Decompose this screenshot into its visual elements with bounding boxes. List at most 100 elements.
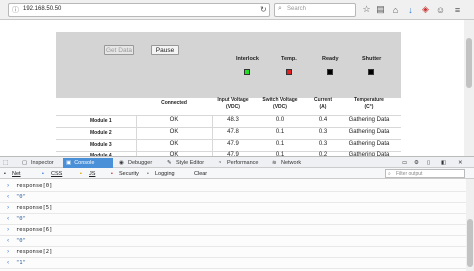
search-placeholder: Search [287, 6, 307, 12]
security-filter-icon: ▪ [111, 170, 113, 177]
network-icon: ≋ [272, 160, 277, 166]
page-scrollbar[interactable] [464, 20, 474, 156]
cell-switch-voltage: 0.0 [275, 117, 285, 123]
interlock-indicator [244, 69, 250, 75]
filter-output-placeholder: Filter output [396, 171, 423, 177]
pause-button[interactable]: Pause [151, 45, 179, 55]
search-bar[interactable]: ⌕ Search [274, 3, 356, 17]
shutter-indicator [368, 69, 374, 75]
cell-input-voltage: 47.8 [227, 129, 239, 135]
cell-temperature: Gathering Data [348, 129, 390, 135]
console-line-text: response[5] [16, 205, 53, 211]
menu-icon[interactable]: ≡ [451, 3, 464, 16]
home-icon[interactable]: ⌂ [389, 3, 402, 16]
info-icon[interactable]: ⓘ [12, 5, 19, 15]
css-filter-button[interactable]: CSS [51, 169, 62, 178]
filter-icon: ⌕ [388, 171, 391, 177]
responsive-icon[interactable]: ▯ [427, 158, 430, 168]
reload-icon[interactable]: ↻ [260, 5, 267, 14]
devtools-tabs: ⬚ ▢ Inspector ▣ Console ◉ Debugger ✎ Sty… [0, 156, 474, 168]
devtools-pointer-icon[interactable]: ⬚ [3, 158, 8, 168]
control-panel: Get Data Pause Interlock Temp. Ready Shu… [56, 32, 401, 98]
header-input-voltage: Input Voltage [217, 97, 249, 103]
css-filter-icon: ▪ [42, 170, 44, 177]
scrollbar-thumb[interactable] [466, 38, 472, 88]
performance-icon: ◔ [218, 160, 222, 166]
row-divider [56, 127, 401, 128]
cell-connected: OK [169, 129, 179, 135]
console-line-text: response[6] [16, 227, 53, 233]
search-icon: ⌕ [278, 5, 282, 12]
console-line-text: "1" [16, 260, 26, 266]
temp-label: Temp. [281, 56, 297, 62]
header-temperature: Temperature [354, 97, 384, 103]
output-marker-icon: ‹ [7, 237, 10, 244]
tab-network[interactable]: Network [281, 158, 301, 168]
pocket-icon[interactable]: ◈ [419, 3, 432, 16]
style-editor-icon: ✎ [167, 160, 172, 166]
input-marker-icon: › [7, 248, 10, 255]
input-marker-icon: › [7, 204, 10, 211]
clear-button[interactable]: Clear [194, 169, 207, 178]
dock-icon[interactable]: ◧ [441, 158, 446, 168]
net-filter-button[interactable]: Net [12, 169, 21, 178]
logging-filter-button[interactable]: Logging [155, 169, 175, 178]
cell-input-voltage: 48.3 [227, 117, 239, 123]
header-current: Current [313, 97, 333, 103]
download-icon[interactable]: ↓ [404, 3, 417, 16]
ready-label: Ready [322, 56, 339, 62]
get-data-button[interactable]: Get Data [104, 45, 134, 55]
console-scrollbar[interactable] [466, 179, 474, 271]
cell-switch-voltage: 0.1 [275, 129, 285, 135]
row-label: Module 3 [90, 142, 112, 148]
tab-console-label: Console [74, 160, 95, 166]
ready-indicator [327, 69, 333, 75]
console-line: ‹ "0" [0, 214, 474, 225]
cell-current: 0.3 [318, 141, 328, 147]
split-console-icon[interactable]: ▭ [402, 158, 407, 168]
console-line-text: response[0] [16, 183, 53, 189]
star-icon[interactable]: ☆ [360, 3, 373, 16]
row-label: Module 2 [90, 130, 112, 136]
console-line: ‹ "1" [0, 258, 474, 269]
cell-connected: OK [169, 141, 179, 147]
interlock-label: Interlock [236, 56, 259, 62]
tab-inspector[interactable]: Inspector [31, 158, 54, 168]
tab-style-editor[interactable]: Style Editor [176, 158, 204, 168]
tab-console[interactable]: ▣ Console [63, 158, 113, 168]
console-line: › response[6] [0, 225, 474, 236]
console-line-text: response[2] [16, 249, 53, 255]
cell-current: 0.3 [318, 129, 328, 135]
console-line: › response[2] [0, 247, 474, 258]
console-filter-bar: ▪ Net ▪ CSS ▪ JS ▪ Security ▪ Logging Cl… [0, 168, 474, 179]
input-marker-icon: › [7, 182, 10, 189]
cell-connected: OK [169, 117, 179, 123]
close-devtools-icon[interactable]: ✕ [458, 158, 463, 168]
console-line-text: "0" [16, 238, 26, 244]
page-content: Get Data Pause Interlock Temp. Ready Shu… [0, 20, 474, 159]
reading-list-icon[interactable]: ▤ [374, 3, 387, 16]
shutter-label: Shutter [362, 56, 382, 62]
security-filter-button[interactable]: Security [119, 169, 139, 178]
filter-output-input[interactable]: ⌕ Filter output [385, 169, 465, 178]
header-temperature-unit: (C°) [364, 104, 374, 110]
console-line: › response[0] [0, 181, 474, 192]
header-switch-voltage-unit: (VDC) [273, 104, 287, 110]
console-line-text: "0" [16, 216, 26, 222]
row-divider [56, 139, 401, 140]
url-bar[interactable]: ⓘ 192.168.50.50 ↻ [8, 3, 270, 17]
tab-performance[interactable]: Performance [227, 158, 259, 168]
debugger-icon: ◉ [119, 160, 124, 166]
output-marker-icon: ‹ [7, 215, 10, 222]
net-filter-icon: ▪ [4, 170, 6, 177]
emoji-icon[interactable]: ☺ [434, 3, 447, 16]
console-icon: ▣ [66, 160, 72, 166]
console-line: › response[5] [0, 203, 474, 214]
cell-switch-voltage: 0.1 [275, 141, 285, 147]
header-connected: Connected [161, 100, 187, 106]
settings-icon[interactable]: ⚙ [414, 158, 419, 168]
tab-debugger[interactable]: Debugger [128, 158, 152, 168]
console-scrollbar-thumb[interactable] [467, 219, 473, 267]
cell-temperature: Gathering Data [348, 141, 390, 147]
js-filter-button[interactable]: JS [89, 169, 95, 178]
